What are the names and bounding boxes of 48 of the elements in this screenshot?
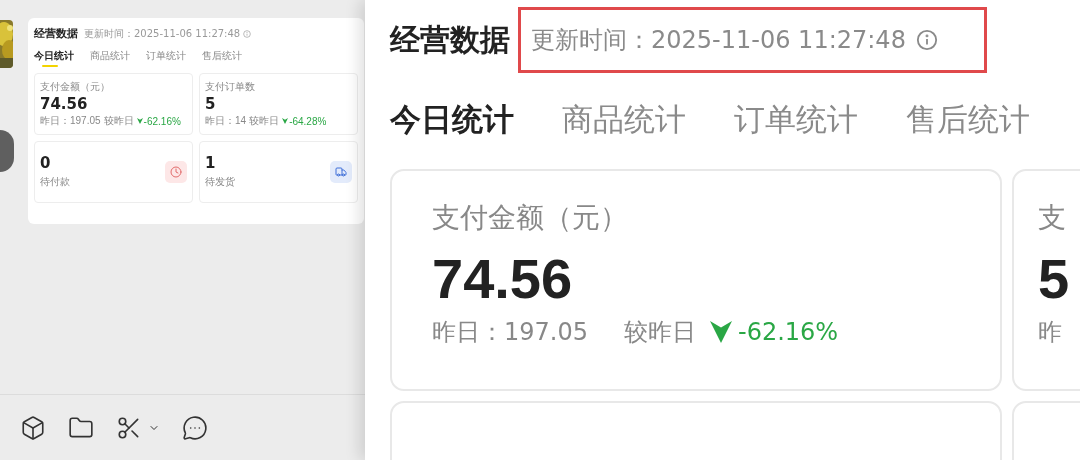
compare-label: 较昨日 (624, 317, 696, 349)
compare-label: 较昨日 (103, 114, 134, 128)
dashboard-title: 经营数据 (390, 20, 510, 59)
task-label: 待付款 (40, 174, 71, 189)
down-arrow-icon (136, 118, 143, 124)
task-card[interactable]: 0 待付款 (34, 141, 193, 203)
yesterday-value: 昨日：14 (205, 114, 247, 128)
metric-label: 支付订单数 (205, 80, 256, 94)
tab[interactable]: 今日统计 (34, 49, 74, 63)
down-arrow-icon (282, 118, 289, 124)
toolbar-button[interactable] (116, 414, 160, 441)
info-icon[interactable] (915, 29, 938, 51)
down-arrow-icon (710, 321, 732, 344)
update-time: 更新时间：2025-11-06 11:27:48 (84, 26, 241, 41)
compare-label: 较昨日 (249, 114, 280, 128)
metric-label: 支 (1038, 200, 1067, 236)
metric-card[interactable]: 支付金额（元） 74.56 昨日：197.05 较昨日 -62.16% (34, 73, 193, 135)
change-value: -62.16% (738, 318, 839, 347)
clock-icon (170, 166, 182, 178)
metric-value: 74.56 (40, 96, 89, 112)
change-value: -64.28% (289, 115, 327, 127)
change-value: -62.16% (143, 115, 181, 127)
task-card[interactable]: 1 待发货 (199, 141, 358, 203)
task-count: 0 (40, 155, 52, 171)
metric-label: 支付金额（元） (40, 80, 111, 94)
tab[interactable]: 商品统计 (90, 49, 130, 63)
tab[interactable]: 今日统计 (390, 99, 514, 141)
toolbar-button[interactable] (182, 414, 208, 441)
truck-icon (335, 166, 347, 178)
chat-icon (182, 414, 208, 441)
metric-card[interactable]: 支 5 昨 (1012, 169, 1080, 391)
metric-value: 5 (1038, 246, 1071, 312)
task-count: 1 (205, 155, 217, 171)
dashboard-title: 经营数据 (34, 26, 78, 41)
cube-icon (20, 414, 46, 441)
tab[interactable]: 订单统计 (146, 49, 186, 63)
yesterday-value: 昨日：197.05 (432, 317, 588, 349)
tab[interactable]: 售后统计 (202, 49, 242, 63)
metric-card[interactable]: 支付金额（元） 74.56 昨日：197.05 较昨日 -62.16% (390, 169, 1002, 391)
metric-card[interactable]: 支付订单数 5 昨日：14 较昨日 -64.28% (199, 73, 358, 135)
metric-value: 74.56 (432, 246, 574, 312)
yesterday-value: 昨日：197.05 (40, 114, 101, 128)
yesterday-value: 昨 (1038, 317, 1062, 349)
task-label: 待发货 (205, 174, 236, 189)
toolbar-button[interactable] (20, 414, 46, 441)
metric-value: 5 (205, 96, 217, 112)
metric-label: 支付金额（元） (432, 200, 629, 236)
update-time: 更新时间：2025-11-06 11:27:48 (531, 25, 906, 56)
